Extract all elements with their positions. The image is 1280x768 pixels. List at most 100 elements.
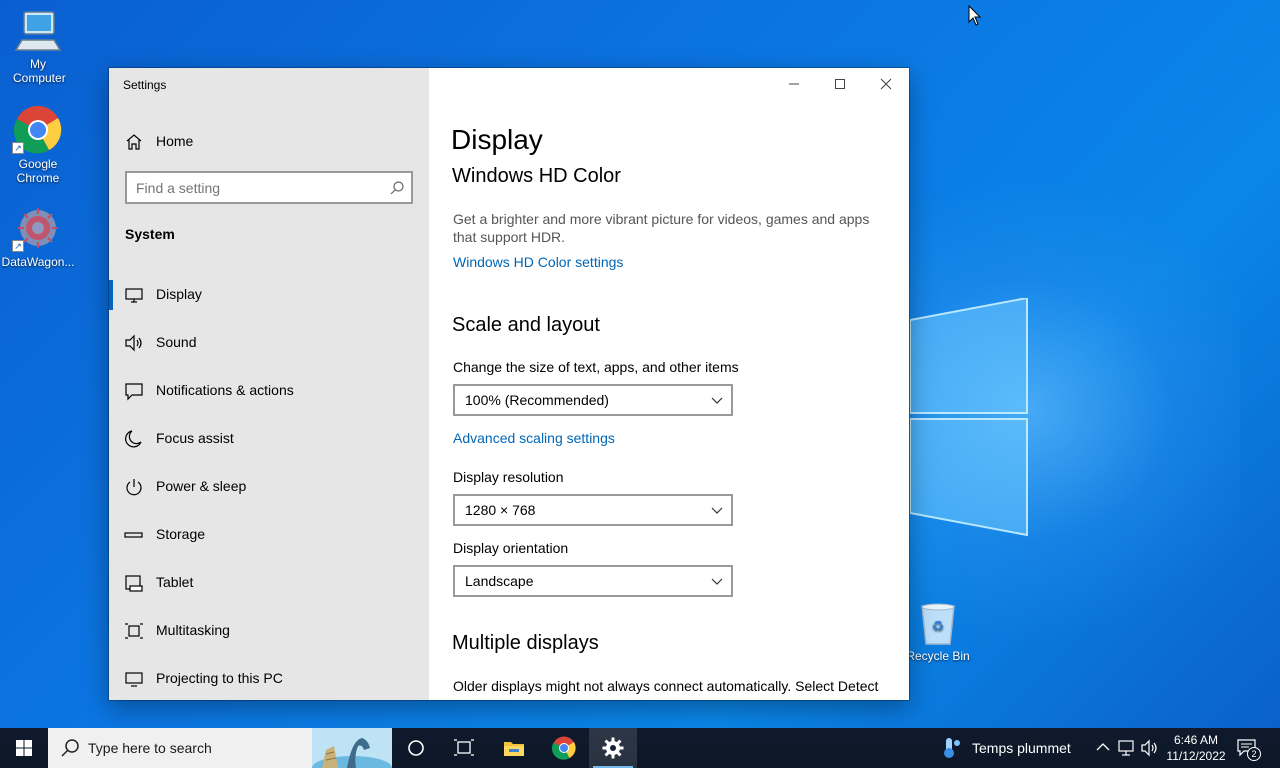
nav-item-sound[interactable]: Sound xyxy=(109,323,429,371)
moon-icon xyxy=(125,430,142,448)
system-nav-list: Display Sound Notifications & actions Fo… xyxy=(109,275,429,700)
settings-content-pane: Display Windows HD Color Get a brighter … xyxy=(429,68,909,700)
settings-window: Settings Home System Display xyxy=(109,68,909,700)
settings-taskbar-button[interactable] xyxy=(589,728,637,768)
close-icon xyxy=(880,78,892,90)
my-computer-desktop-icon[interactable]: My Computer xyxy=(0,10,76,85)
chrome-taskbar-button[interactable] xyxy=(540,728,588,768)
recycle-bin-desktop-icon[interactable]: ♻ Recycle Bin xyxy=(900,602,976,663)
scale-layout-heading: Scale and layout xyxy=(452,314,600,336)
notification-icon xyxy=(125,383,143,401)
google-chrome-desktop-icon[interactable]: ↗ Google Chrome xyxy=(0,106,76,185)
volume-icon[interactable] xyxy=(1140,738,1160,758)
text-size-label: Change the size of text, apps, and other… xyxy=(453,359,739,375)
maximize-button[interactable] xyxy=(817,68,863,100)
find-setting-search-box[interactable] xyxy=(125,171,413,204)
mouse-cursor-icon xyxy=(968,5,982,26)
monitor-icon xyxy=(125,288,143,303)
close-button[interactable] xyxy=(863,68,909,100)
resolution-label: Display resolution xyxy=(453,469,564,485)
multiple-displays-heading: Multiple displays xyxy=(452,632,599,654)
action-center-button[interactable]: 2 xyxy=(1236,737,1261,764)
nav-item-notifications[interactable]: Notifications & actions xyxy=(109,371,429,419)
tablet-icon xyxy=(125,575,143,592)
window-title: Settings xyxy=(123,78,167,92)
speaker-icon xyxy=(125,334,142,352)
weather-text: Temps plummet xyxy=(972,740,1071,756)
nav-item-power-sleep[interactable]: Power & sleep xyxy=(109,467,429,515)
home-label: Home xyxy=(156,133,194,149)
taskbar-clock[interactable]: 6:46 AM 11/12/2022 xyxy=(1160,732,1232,764)
clock-date: 11/12/2022 xyxy=(1166,749,1226,763)
settings-sidebar: Settings Home System Display xyxy=(109,68,429,700)
find-setting-input[interactable] xyxy=(127,173,377,202)
window-controls xyxy=(771,68,909,100)
nav-item-projecting[interactable]: Projecting to this PC xyxy=(109,659,429,700)
nav-item-display[interactable]: Display xyxy=(109,275,429,323)
nav-item-storage[interactable]: Storage xyxy=(109,515,429,563)
nav-item-label: Storage xyxy=(156,526,206,542)
home-nav-item[interactable]: Home xyxy=(109,126,429,156)
resolution-dropdown[interactable]: 1280 × 768 xyxy=(453,494,733,526)
network-icon[interactable] xyxy=(1117,738,1137,758)
shortcut-arrow-icon: ↗ xyxy=(12,240,24,252)
shortcut-arrow-icon: ↗ xyxy=(12,142,24,154)
page-title: Display xyxy=(451,124,543,155)
system-section-label: System xyxy=(125,226,175,242)
file-explorer-button[interactable] xyxy=(490,728,538,768)
scale-dropdown[interactable]: 100% (Recommended) xyxy=(453,384,733,416)
search-highlight-illustration-icon xyxy=(312,728,392,768)
start-button[interactable] xyxy=(0,728,48,768)
minimize-icon xyxy=(789,83,799,85)
task-view-button[interactable] xyxy=(440,728,488,768)
gear-icon xyxy=(602,737,624,759)
nav-item-label: Focus assist xyxy=(156,430,234,446)
hd-color-description: Get a brighter and more vibrant picture … xyxy=(453,211,870,245)
nav-item-focus-assist[interactable]: Focus assist xyxy=(109,419,429,467)
cortana-button[interactable] xyxy=(392,728,440,768)
power-icon xyxy=(126,479,142,496)
search-icon xyxy=(390,181,404,195)
chevron-down-icon xyxy=(711,507,723,514)
thermometer-icon xyxy=(944,738,960,758)
nav-item-label: Multitasking xyxy=(156,622,230,638)
projecting-icon xyxy=(125,672,143,687)
nav-item-label: Display xyxy=(156,286,202,302)
multiple-displays-description: Older displays might not always connect … xyxy=(453,678,879,694)
cortana-icon xyxy=(408,740,424,756)
nav-item-label: Power & sleep xyxy=(156,478,247,494)
minimize-button[interactable] xyxy=(771,68,817,100)
advanced-scaling-link[interactable]: Advanced scaling settings xyxy=(453,430,615,446)
orientation-dropdown[interactable]: Landscape xyxy=(453,565,733,597)
computer-icon xyxy=(14,11,62,51)
taskbar-search-placeholder: Type here to search xyxy=(88,740,212,756)
orientation-label: Display orientation xyxy=(453,540,569,556)
hd-color-heading: Windows HD Color xyxy=(452,165,621,187)
nav-item-label: Tablet xyxy=(156,574,194,590)
chevron-down-icon xyxy=(711,578,723,585)
svg-text:♻: ♻ xyxy=(932,619,945,635)
resolution-dropdown-value: 1280 × 768 xyxy=(465,502,536,518)
recycle-bin-label: Recycle Bin xyxy=(906,649,970,663)
notification-count-badge: 2 xyxy=(1247,747,1261,761)
chrome-label: Google Chrome xyxy=(16,157,60,185)
nav-item-multitasking[interactable]: Multitasking xyxy=(109,611,429,659)
nav-item-tablet[interactable]: Tablet xyxy=(109,563,429,611)
datawagon-desktop-icon[interactable]: ↗ DataWagon... xyxy=(0,206,76,269)
chevron-down-icon xyxy=(711,397,723,404)
windows-logo-wallpaper xyxy=(910,298,1028,537)
hd-color-settings-link[interactable]: Windows HD Color settings xyxy=(453,254,623,270)
taskbar-search-box[interactable]: Type here to search xyxy=(48,728,392,768)
taskbar: Type here to search Temps plummet 6:46 A… xyxy=(0,728,1280,768)
maximize-icon xyxy=(835,79,845,89)
nav-item-label: Sound xyxy=(156,334,197,350)
multitasking-icon xyxy=(125,623,143,639)
nav-item-label: Notifications & actions xyxy=(156,382,294,398)
storage-icon xyxy=(124,532,143,538)
folder-icon xyxy=(504,742,524,756)
datawagon-label: DataWagon... xyxy=(1,255,75,269)
home-icon xyxy=(126,134,142,150)
chevron-up-icon[interactable] xyxy=(1096,742,1110,752)
my-computer-label: My Computer xyxy=(13,57,66,85)
windows-start-icon xyxy=(16,740,32,756)
